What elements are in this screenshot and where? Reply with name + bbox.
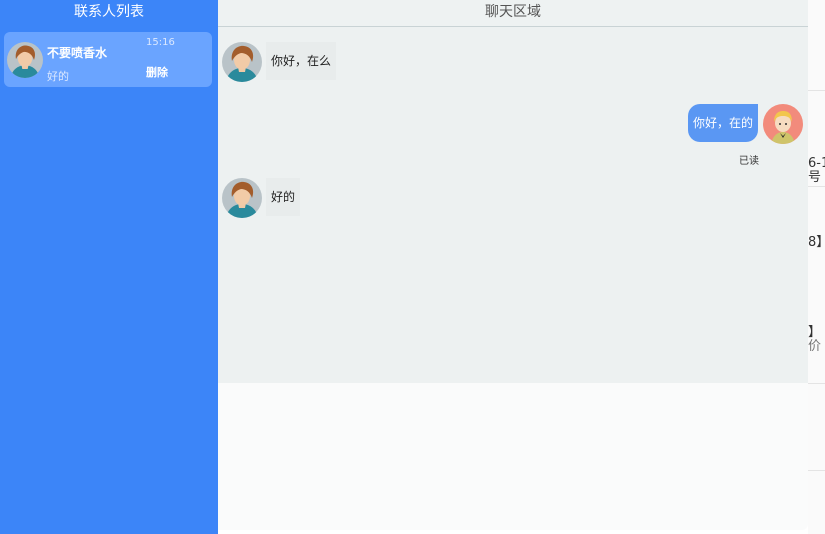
background-divider bbox=[808, 90, 825, 91]
delete-contact-button[interactable]: 删除 bbox=[146, 64, 168, 80]
contact-timestamp: 15:16 bbox=[146, 37, 175, 48]
contact-name: 不要喷香水 bbox=[47, 46, 108, 60]
message-input[interactable] bbox=[218, 383, 808, 530]
background-divider bbox=[808, 186, 825, 187]
background-text: 】 bbox=[808, 325, 822, 340]
contact-last-message: 好的 bbox=[47, 70, 69, 83]
chat-app: 6-1 号 8】 】 价 联系人列表 不要喷香水 好的 15:16 删除 bbox=[0, 0, 825, 534]
background-text: 8】 bbox=[808, 235, 825, 250]
message-bubble-incoming: 你好，在么 bbox=[266, 42, 337, 80]
background-divider bbox=[808, 383, 825, 384]
chat-title: 聊天区域 bbox=[218, 0, 808, 27]
contact-list-sidebar: 联系人列表 不要喷香水 好的 15:16 删除 bbox=[0, 0, 218, 534]
chat-panel: 聊天区域 你好，在么 你好，在的 已读 好的 bbox=[218, 0, 808, 530]
contact-avatar-icon bbox=[222, 178, 262, 218]
background-divider bbox=[808, 470, 825, 471]
user-avatar-icon bbox=[763, 104, 803, 144]
message-area[interactable]: 你好，在么 你好，在的 已读 好的 bbox=[218, 27, 808, 383]
message-bubble-outgoing: 你好，在的 bbox=[687, 104, 758, 142]
background-text: 6-1 bbox=[808, 156, 825, 171]
read-receipt: 已读 bbox=[739, 156, 759, 167]
contact-list-title: 联系人列表 bbox=[74, 4, 144, 20]
contact-avatar-icon bbox=[7, 42, 43, 78]
background-text: 价 bbox=[808, 339, 822, 354]
contact-avatar-icon bbox=[222, 42, 262, 82]
background-page: 6-1 号 8】 】 价 bbox=[808, 0, 825, 534]
message-bubble-incoming: 好的 bbox=[266, 178, 301, 216]
contact-item[interactable]: 不要喷香水 好的 15:16 删除 bbox=[4, 32, 212, 87]
background-text: 号 bbox=[808, 170, 822, 185]
